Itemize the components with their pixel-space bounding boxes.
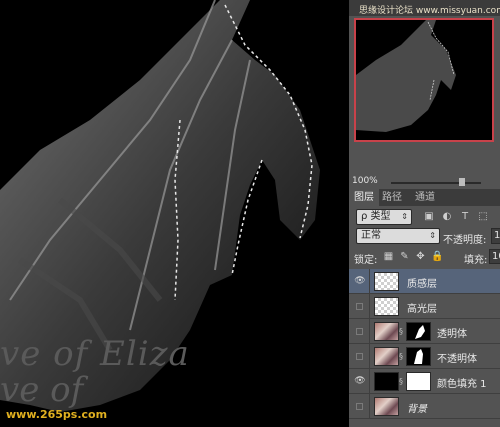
layer-row[interactable]: 背景 [349,394,500,419]
layer-mask-thumbnail[interactable] [406,322,431,341]
fill-label: 填充: [464,255,488,266]
divider [369,369,370,394]
visibility-toggle[interactable] [356,403,363,410]
lock-row: 锁定: ▦ ✎ ✥ 🔒 填充: 10 [349,248,500,266]
mask-shape [414,349,423,364]
layer-row[interactable]: 高光层 [349,294,500,319]
blend-row: 正常 ⇕ 不透明度: 10 [349,226,500,246]
tab-layers[interactable]: 图层 [349,189,379,206]
site-url: www.265ps.com [6,408,108,421]
lock-label: 锁定: [354,255,378,266]
visibility-toggle[interactable] [356,353,363,360]
zoom-slider-handle[interactable] [459,178,465,186]
lock-all-icon[interactable]: 🔒 [431,251,443,262]
navigator-preview[interactable] [354,18,494,142]
lock-image-pixels-icon[interactable]: ✎ [399,251,410,262]
layer-name: 不透明体 [437,354,477,365]
filter-kind-dropdown[interactable]: ρ 类型 ⇕ [356,209,412,225]
visibility-toggle[interactable] [356,303,363,310]
link-chain-icon[interactable]: § [399,352,403,361]
type-filter-icon[interactable]: T [459,211,471,222]
layer-thumbnail [374,297,399,316]
layer-row[interactable]: § 不透明体 [349,344,500,369]
divider [369,394,370,419]
link-chain-icon[interactable]: § [399,377,403,386]
navigator-zoom-row: 100% [349,176,500,188]
lock-position-icon[interactable]: ✥ [415,251,426,262]
layer-name: 质感层 [407,279,437,290]
filter-kind-label: ρ 类型 [361,211,391,222]
layer-name: 透明体 [437,329,467,340]
fill-field[interactable]: 10 [489,249,500,264]
layer-thumbnail [374,322,399,341]
layer-name: 颜色填充 1 [437,379,487,390]
tab-channels[interactable]: 通道 [415,189,435,206]
zoom-value[interactable]: 100% [352,176,378,186]
zoom-slider-track[interactable] [391,182,481,184]
layer-filter-row: ρ 类型 ⇕ ▣ ◐ T ⬚ [349,207,500,227]
document-canvas[interactable]: ve of Eliza ve of www.265ps.com [0,0,349,427]
opacity-label: 不透明度: [443,235,487,246]
right-panel: 思缘设计论坛 www.missyuan.com 100% 图层 路径 通道 ρ … [349,0,500,427]
visibility-toggle[interactable] [356,328,363,335]
mask-shape [415,325,425,339]
adjustment-filter-icon[interactable]: ◐ [441,211,453,222]
layer-thumbnail [374,372,399,391]
opacity-field[interactable]: 10 [491,228,500,244]
layer-row[interactable]: 👁 § 颜色填充 1 [349,369,500,394]
layer-thumbnail [374,347,399,366]
eye-icon[interactable]: 👁 [354,376,366,386]
layer-thumbnail [374,272,399,291]
watermark-line1: ve of Eliza [0,334,190,374]
image-filter-icon[interactable]: ▣ [423,211,435,222]
blend-mode-dropdown[interactable]: 正常 ⇕ [356,228,440,244]
layer-mask-thumbnail[interactable] [406,347,431,366]
panel-tabs: 图层 路径 通道 [349,189,500,206]
layer-name: 背景 [407,404,427,415]
lock-transparent-pixels-icon[interactable]: ▦ [383,251,394,262]
blend-mode-label: 正常 [361,230,381,241]
navigator-site-label: 思缘设计论坛 www.missyuan.com [359,6,500,16]
layer-name: 高光层 [407,304,437,315]
divider [369,269,370,294]
divider [369,344,370,369]
chevron-down-icon: ⇕ [401,212,408,221]
divider [369,294,370,319]
navigator-header: 思缘设计论坛 www.missyuan.com [349,0,500,16]
link-chain-icon[interactable]: § [399,327,403,336]
chevron-down-icon: ⇕ [429,231,436,240]
shape-filter-icon[interactable]: ⬚ [477,211,489,222]
divider [369,319,370,344]
layer-row[interactable]: 👁 质感层 [349,269,500,294]
watermark-line2: ve of [0,370,84,410]
tab-paths[interactable]: 路径 [382,189,402,206]
layer-thumbnail [374,397,399,416]
layer-row[interactable]: § 透明体 [349,319,500,344]
navigator-thumbnail-art [356,20,456,132]
layer-mask-thumbnail[interactable] [406,372,431,391]
eye-icon[interactable]: 👁 [354,276,366,286]
